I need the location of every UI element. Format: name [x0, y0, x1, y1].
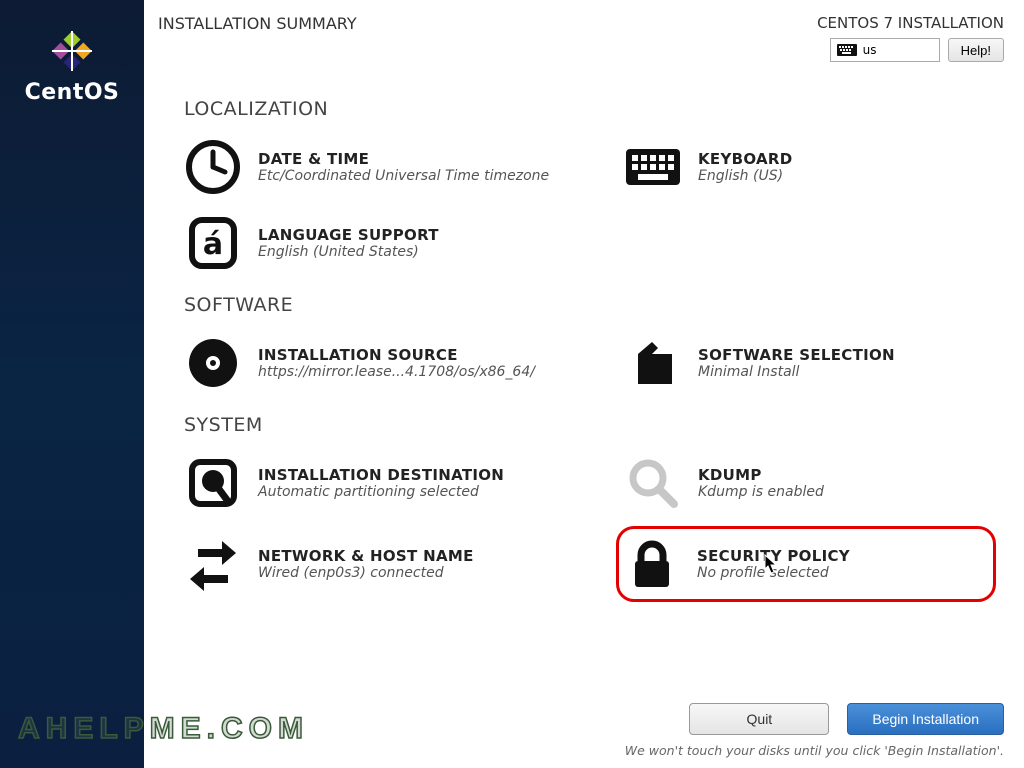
- package-icon: [624, 334, 682, 392]
- spoke-title: INSTALLATION DESTINATION: [258, 466, 504, 484]
- spoke-sub: No profile selected: [697, 565, 850, 581]
- quit-button[interactable]: Quit: [689, 703, 829, 735]
- spoke-title: NETWORK & HOST NAME: [258, 547, 474, 565]
- spoke-network[interactable]: NETWORK & HOST NAME Wired (enp0s3) conne…: [184, 526, 564, 602]
- spoke-kdump[interactable]: KDUMP Kdump is enabled: [624, 450, 1004, 516]
- help-button[interactable]: Help!: [948, 38, 1004, 62]
- spoke-language[interactable]: á LANGUAGE SUPPORT English (United State…: [184, 210, 564, 276]
- harddisk-icon: [184, 454, 242, 512]
- section-heading-software: SOFTWARE: [184, 294, 1004, 316]
- spoke-title: LANGUAGE SUPPORT: [258, 226, 439, 244]
- spoke-sub: English (US): [698, 168, 793, 184]
- spoke-sub: English (United States): [258, 244, 439, 260]
- keyboard-large-icon: [624, 138, 682, 196]
- spoke-sub: Wired (enp0s3) connected: [258, 565, 474, 581]
- spoke-title: SOFTWARE SELECTION: [698, 346, 895, 364]
- spoke-keyboard[interactable]: KEYBOARD English (US): [624, 134, 1004, 200]
- section-heading-localization: LOCALIZATION: [184, 98, 1004, 120]
- spoke-title: KEYBOARD: [698, 150, 793, 168]
- spoke-sub: https://mirror.lease...4.1708/os/x86_64/: [258, 364, 535, 380]
- spoke-software-selection[interactable]: SOFTWARE SELECTION Minimal Install: [624, 330, 1004, 396]
- spoke-title: DATE & TIME: [258, 150, 549, 168]
- spoke-sub: Minimal Install: [698, 364, 895, 380]
- spoke-sub: Kdump is enabled: [698, 484, 824, 500]
- begin-installation-button[interactable]: Begin Installation: [847, 703, 1004, 735]
- spoke-title: INSTALLATION SOURCE: [258, 346, 535, 364]
- keyboard-icon: [837, 44, 857, 56]
- footer: Quit Begin Installation We won't touch y…: [144, 703, 1024, 768]
- clock-icon: [184, 138, 242, 196]
- spoke-datetime[interactable]: DATE & TIME Etc/Coordinated Universal Ti…: [184, 134, 564, 200]
- centos-logo-icon: [51, 30, 93, 72]
- sidebar: CentOS: [0, 0, 144, 768]
- keyboard-layout-selector[interactable]: us: [830, 38, 940, 62]
- svg-text:á: á: [203, 227, 223, 262]
- footer-note: We won't touch your disks until you clic…: [164, 743, 1004, 758]
- install-label: CENTOS 7 INSTALLATION: [817, 14, 1004, 32]
- spoke-install-source[interactable]: INSTALLATION SOURCE https://mirror.lease…: [184, 330, 564, 396]
- section-heading-system: SYSTEM: [184, 414, 1004, 436]
- spoke-title: KDUMP: [698, 466, 824, 484]
- main: INSTALLATION SUMMARY CENTOS 7 INSTALLATI…: [144, 0, 1024, 768]
- spoke-title: SECURITY POLICY: [697, 547, 850, 565]
- spoke-sub: Automatic partitioning selected: [258, 484, 504, 500]
- magnifier-icon: [624, 454, 682, 512]
- page-title: INSTALLATION SUMMARY: [158, 14, 357, 33]
- network-arrows-icon: [184, 535, 242, 593]
- lock-icon: [623, 535, 681, 593]
- spoke-sub: Etc/Coordinated Universal Time timezone: [258, 168, 549, 184]
- language-icon: á: [184, 214, 242, 272]
- content: LOCALIZATION DATE & TIME Etc/Coordinated…: [144, 62, 1024, 703]
- disc-icon: [184, 334, 242, 392]
- spoke-security-policy[interactable]: SECURITY POLICY No profile selected: [616, 526, 996, 602]
- keyboard-layout-value: us: [863, 43, 877, 57]
- brand-label: CentOS: [25, 80, 120, 105]
- spoke-install-destination[interactable]: INSTALLATION DESTINATION Automatic parti…: [184, 450, 564, 516]
- header: INSTALLATION SUMMARY CENTOS 7 INSTALLATI…: [144, 0, 1024, 62]
